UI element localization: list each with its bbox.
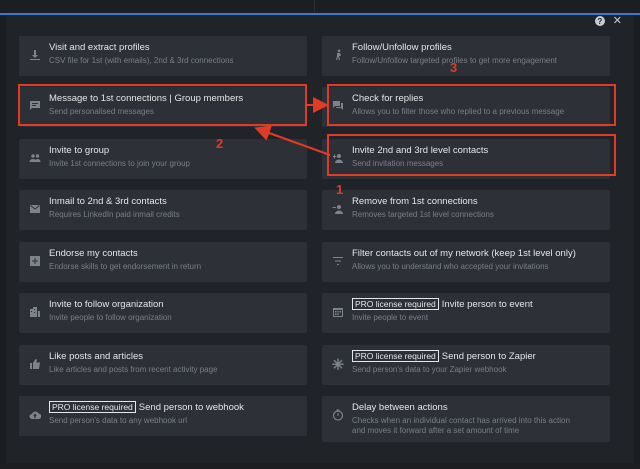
action-card[interactable]: Like posts and articles Like articles and… xyxy=(19,345,307,385)
action-title-text: Follow/Unfollow profiles xyxy=(352,42,452,53)
action-description: Requires LinkedIn paid inmail credits xyxy=(49,210,180,219)
action-title-text: Visit and extract profiles xyxy=(49,42,150,53)
action-description: Removes targeted 1st level connections xyxy=(352,210,494,219)
action-card[interactable]: Visit and extract profiles CSV file for 1… xyxy=(19,36,307,76)
action-description: Checks when an individual contact has ar… xyxy=(352,416,570,425)
action-description: Allows you to understand who accepted yo… xyxy=(352,262,549,271)
highlight-check-replies xyxy=(327,84,616,126)
filter-icon xyxy=(331,254,345,268)
action-description: Send person's data to any webhook url xyxy=(49,416,188,425)
annotation-number-2: 2 xyxy=(216,136,224,151)
action-title: Invite to group xyxy=(49,145,109,156)
action-title: PRO license required Send person to Zapie… xyxy=(352,350,536,362)
action-card[interactable]: Delay between actions Checks when an indi… xyxy=(322,396,610,442)
action-description: Like articles and posts from recent acti… xyxy=(49,365,218,374)
action-title-text: Delay between actions xyxy=(352,402,448,413)
highlight-message-1st xyxy=(18,84,307,126)
action-description: Invite 1st connections to join your grou… xyxy=(49,159,190,168)
action-card[interactable]: Follow/Unfollow profiles Follow/Unfollow … xyxy=(322,36,610,76)
calendar-icon xyxy=(331,305,345,319)
action-description: Invite people to event xyxy=(352,313,429,322)
action-card[interactable]: Invite to follow organization Invite peop… xyxy=(19,293,307,333)
action-card[interactable]: PRO license required Send person to webho… xyxy=(19,396,307,436)
action-description-line2: and moves it forward after a set amount … xyxy=(352,426,520,435)
action-title-text: Send person to Zapier xyxy=(441,351,536,362)
action-description: Invite people to follow organization xyxy=(49,313,172,322)
close-icon[interactable]: ✕ xyxy=(613,16,622,27)
window-divider xyxy=(314,0,315,13)
action-card[interactable]: Filter contacts out of my network (keep … xyxy=(322,242,610,282)
group-icon xyxy=(28,151,42,165)
action-description: Endorse skills to get endorsement in ret… xyxy=(49,262,202,271)
action-title: Endorse my contacts xyxy=(49,248,138,259)
mail-icon xyxy=(28,202,42,216)
remove-person-icon xyxy=(331,202,345,216)
action-title: Delay between actions xyxy=(352,402,448,413)
pro-license-badge: PRO license required xyxy=(352,298,439,310)
action-card[interactable]: Inmail to 2nd & 3rd contacts Requires Lin… xyxy=(19,190,307,230)
action-card[interactable]: PRO license required Send person to Zapie… xyxy=(322,345,610,385)
window-controls: ? ✕ xyxy=(594,16,622,27)
pro-license-badge: PRO license required xyxy=(49,401,136,413)
action-title-text: Remove from 1st connections xyxy=(352,196,478,207)
action-title-text: Endorse my contacts xyxy=(49,248,138,259)
action-title: PRO license required Send person to webho… xyxy=(49,401,244,413)
thumbs-up-icon xyxy=(28,357,42,371)
action-title: Follow/Unfollow profiles xyxy=(352,42,452,53)
action-description: Send person's data to your Zapier webhoo… xyxy=(352,365,507,374)
action-title: Inmail to 2nd & 3rd contacts xyxy=(49,196,167,207)
action-title-text: Like posts and articles xyxy=(49,351,143,362)
annotation-number-1: 1 xyxy=(336,182,344,197)
action-description: CSV file for 1st (with emails), 2nd & 3r… xyxy=(49,56,234,65)
action-title: PRO license required Invite person to eve… xyxy=(352,298,533,310)
action-card[interactable]: Remove from 1st connections Removes targe… xyxy=(322,190,610,230)
annotation-number-3: 3 xyxy=(450,60,458,75)
action-title: Invite to follow organization xyxy=(49,299,164,310)
action-title: Visit and extract profiles xyxy=(49,42,150,53)
action-title-text: Invite to follow organization xyxy=(49,299,164,310)
timer-icon xyxy=(331,408,345,422)
action-title: Like posts and articles xyxy=(49,351,143,362)
action-title: Filter contacts out of my network (keep … xyxy=(352,248,576,259)
running-person-icon xyxy=(331,48,345,62)
action-title-text: Invite to group xyxy=(49,145,110,156)
action-title-text: Send person to webhook xyxy=(138,402,244,413)
action-title: Remove from 1st connections xyxy=(352,196,478,207)
zapier-icon xyxy=(331,357,345,371)
action-title-text: Invite person to event xyxy=(441,299,533,310)
pro-license-badge: PRO license required xyxy=(352,350,439,362)
help-icon[interactable]: ? xyxy=(594,16,605,26)
action-title-text: Inmail to 2nd & 3rd contacts xyxy=(49,196,167,207)
cloud-upload-icon xyxy=(28,408,42,422)
download-icon xyxy=(28,48,42,62)
action-card[interactable]: PRO license required Invite person to eve… xyxy=(322,293,610,333)
building-icon xyxy=(28,305,42,319)
action-title-text: Filter contacts out of my network (keep … xyxy=(352,248,576,259)
highlight-invite-2nd-3rd xyxy=(327,134,616,176)
action-card[interactable]: Endorse my contacts Endorse skills to get… xyxy=(19,242,307,282)
action-card[interactable]: Invite to group Invite 1st connections to… xyxy=(19,139,307,179)
plus-box-icon xyxy=(28,254,42,268)
